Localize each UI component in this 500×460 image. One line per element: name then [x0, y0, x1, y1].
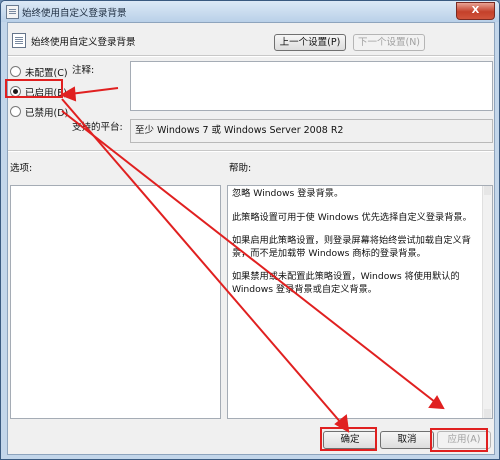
previous-setting-button[interactable]: 上一个设置(P) [274, 34, 346, 51]
close-button[interactable]: X [456, 2, 495, 20]
help-paragraph: 忽略 Windows 登录背景。 [232, 188, 344, 199]
radio-label-not-configured: 未配置(C) [25, 68, 68, 79]
options-panel[interactable] [10, 185, 221, 419]
header-divider [8, 55, 494, 57]
radio-dot[interactable] [10, 66, 21, 77]
policy-dialog-window: 始终使用自定义登录背景 X 始终使用自定义登录背景 上一个设置(P) 下一个设置… [0, 0, 500, 460]
window-title: 始终使用自定义登录背景 [22, 8, 127, 19]
help-panel[interactable]: 忽略 Windows 登录背景。 此策略设置可用于使 Windows 优先选择自… [227, 185, 493, 419]
section-divider [8, 150, 494, 152]
supported-platform-value: 至少 Windows 7 或 Windows Server 2008 R2 [130, 119, 493, 143]
radio-dot[interactable] [10, 106, 21, 117]
title-bar[interactable]: 始终使用自定义登录背景 X [1, 1, 499, 22]
enabled-highlight-box [5, 79, 63, 98]
setting-title: 始终使用自定义登录背景 [31, 37, 136, 48]
dialog-client-area: 始终使用自定义登录背景 上一个设置(P) 下一个设置(N) 未配置(C) 已启用… [7, 22, 495, 455]
scroll-down-arrow-icon[interactable] [484, 409, 491, 418]
comment-textarea[interactable] [130, 61, 493, 111]
apply-highlight-box [430, 428, 488, 452]
options-label: 选项: [10, 163, 33, 174]
policy-document-icon [6, 5, 19, 19]
help-paragraph: 如果禁用或未配置此策略设置，Windows 将使用默认的 Windows 登录背… [232, 271, 460, 295]
scroll-up-arrow-icon[interactable] [484, 186, 491, 195]
next-setting-button[interactable]: 下一个设置(N) [353, 34, 425, 51]
supported-platform-label: 支持的平台: [72, 122, 123, 133]
help-paragraph: 如果启用此策略设置，则登录屏幕将始终尝试加载自定义背景，而不是加载带 Windo… [232, 235, 471, 259]
setting-icon [12, 33, 26, 48]
comment-label: 注释: [72, 65, 95, 76]
ok-highlight-box [320, 427, 377, 451]
help-scrollbar[interactable] [482, 186, 492, 418]
help-label: 帮助: [229, 163, 252, 174]
cancel-button[interactable]: 取消 [380, 431, 434, 449]
help-paragraph: 此策略设置可用于使 Windows 优先选择自定义登录背景。 [232, 211, 472, 223]
radio-label-disabled: 已禁用(D) [25, 108, 69, 119]
